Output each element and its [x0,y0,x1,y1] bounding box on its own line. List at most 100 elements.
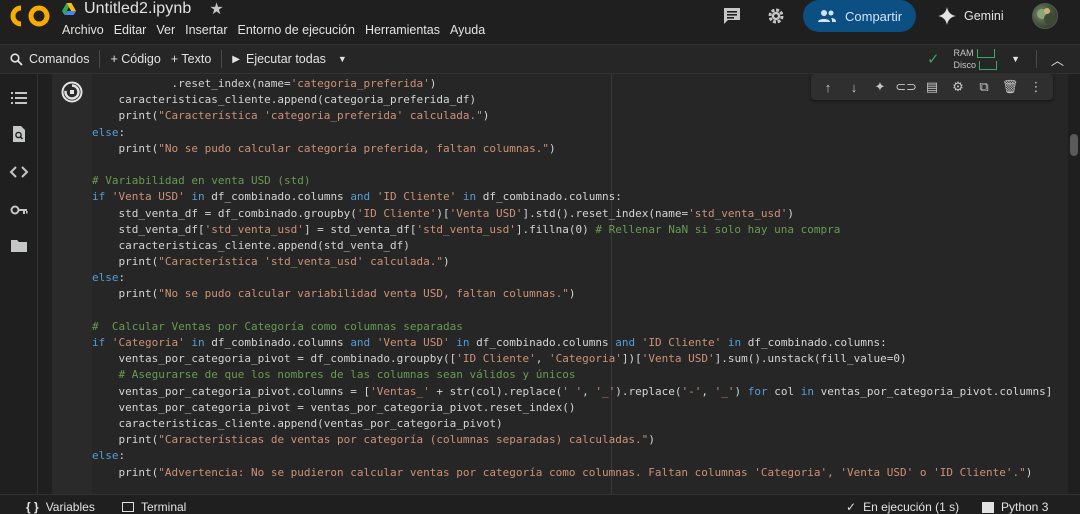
code-line[interactable]: ventas_por_categoria_pivot.columns = ['V… [92,384,1052,400]
disk-indicator: Disco [954,59,998,71]
code-line[interactable]: caracteristicas_cliente.append(std_venta… [92,238,1052,254]
code-token: "No se pudo calcular categoría preferida… [158,141,549,155]
code-line[interactable]: else: [92,125,1052,141]
files-folder-icon[interactable] [9,236,29,256]
scrollbar-thumb[interactable] [1070,134,1078,156]
find-replace-icon[interactable] [9,124,29,144]
code-token: '_' [714,384,735,398]
delete-icon[interactable]: 🗑 [1002,79,1019,95]
run-all-button[interactable]: ▶ Ejecutar todas ▼ [222,45,357,73]
code-line[interactable]: std_venta_df['std_venta_usd'] = std_vent… [92,222,1052,238]
resource-monitor[interactable]: RAM Disco [954,47,998,71]
status-bar: { } Variables Terminal ✓ En ejecución (1… [0,494,1080,514]
gemini-button[interactable]: Gemini [938,5,1004,27]
comment-icon[interactable]: ▤ [924,79,940,95]
chevron-down-icon[interactable]: ▼ [338,54,347,64]
code-token: "Advertencia: No se pudieron calcular ve… [158,465,1026,479]
table-of-contents-icon[interactable] [9,88,29,108]
code-line[interactable]: print("Características de ventas por cat… [92,432,1052,448]
settings-gear-icon[interactable]: ⚙ [950,79,966,95]
code-token: ) [482,109,490,123]
move-up-icon[interactable]: ↑ [820,79,836,95]
add-text-button[interactable]: + Texto [171,45,221,73]
code-token: else [92,449,119,463]
code-token: print( [92,433,159,447]
code-token: + str(col).replace( [429,384,563,398]
vertical-scrollbar[interactable] [1068,74,1080,494]
code-text[interactable]: .reset_index(name='categoria_preferida')… [92,76,1052,481]
code-line[interactable]: print("No se pudo calcular variabilidad … [92,286,1052,302]
avatar-image [1037,8,1056,25]
more-options-icon[interactable]: ⋮ [1028,79,1044,95]
code-token: caracteristicas_cliente.append(std_venta… [92,238,410,252]
code-token: ) [568,287,576,301]
code-token: df_combinado.columns [469,336,616,349]
run-cell-button[interactable] [60,80,84,104]
terminal-icon [122,502,134,512]
runtime-type[interactable]: Python 3 [982,500,1048,514]
move-down-icon[interactable]: ↓ [846,79,862,95]
code-token: if [92,190,106,204]
code-token: in [462,190,477,204]
menu-ayuda[interactable]: Ayuda [450,23,485,37]
code-token: col [767,384,801,398]
star-icon[interactable]: ★ [209,0,223,19]
share-button[interactable]: Compartir [803,0,916,32]
search-icon [10,52,23,66]
code-token: std_venta_df[ [92,222,205,236]
colab-logo[interactable] [10,3,50,29]
code-line[interactable] [92,157,1052,173]
runtime-status: ✓ RAM Disco ▼ ︿ [927,45,1080,73]
code-token: in [800,384,814,398]
code-line[interactable]: # Asegurarse de que los nombres de las c… [92,367,1052,383]
code-line[interactable]: if 'Venta USD' in df_combinado.columns a… [92,189,1052,205]
commands-label: Comandos [29,52,90,66]
code-token: else [92,125,119,139]
execution-status[interactable]: ✓ En ejecución (1 s) [846,500,959,514]
menu-archivo[interactable]: Archivo [62,23,104,37]
code-line[interactable]: print("Característica 'std_venta_usd' ca… [92,254,1052,270]
code-token: ventas_por_categoria_pivot.columns] [813,384,1053,398]
code-token: )[ [436,206,450,220]
menu-entorno-ejecucion[interactable]: Entorno de ejecución [238,23,355,37]
collapse-chevron-up-icon[interactable]: ︿ [1051,50,1064,69]
code-line[interactable] [92,303,1052,319]
menu-editar[interactable]: Editar [114,23,147,37]
code-line[interactable]: print("Advertencia: No se pudieron calcu… [92,465,1052,481]
runtime-menu-chevron-icon[interactable]: ▼ [1011,54,1020,64]
user-avatar[interactable] [1032,3,1058,29]
document-title[interactable]: Untitled2.ipynb [84,0,191,18]
mirror-cell-icon[interactable]: ⧉ [976,79,992,95]
code-snippets-icon[interactable] [9,162,29,182]
code-line[interactable]: # Calcular Ventas por Categoría como col… [92,319,1052,335]
menu-herramientas[interactable]: Herramientas [365,23,440,37]
menu-ver[interactable]: Ver [156,23,175,37]
code-line[interactable]: if 'Categoria' in df_combinado.columns a… [92,335,1052,351]
menu-insertar[interactable]: Insertar [185,23,227,37]
toolbar-divider [1035,50,1037,68]
code-line[interactable]: else: [92,270,1052,286]
drive-icon[interactable] [62,3,76,15]
secrets-key-icon[interactable] [9,200,29,220]
code-line[interactable]: print("No se pudo calcular categoría pre… [92,141,1052,157]
link-icon[interactable]: ⊂⊃ [895,79,917,95]
code-token: ] = std_venta_df[ [303,222,417,236]
code-line[interactable]: caracteristicas_cliente.append(ventas_po… [92,416,1052,432]
comment-icon[interactable] [722,7,742,25]
code-line[interactable]: ventas_por_categoria_pivot = ventas_por_… [92,400,1052,416]
code-line[interactable]: else: [92,448,1052,464]
code-line[interactable]: ventas_por_categoria_pivot = df_combinad… [92,351,1052,367]
code-line[interactable]: # Variabilidad en venta USD (std) [92,173,1052,189]
add-code-button[interactable]: + Código [100,45,170,73]
variables-button[interactable]: { } Variables [26,500,95,514]
commands-button[interactable]: Comandos [0,45,99,73]
gemini-sparkle-icon[interactable]: ✦ [872,79,888,95]
code-token: 'Categoria' [548,352,622,366]
terminal-button[interactable]: Terminal [122,500,186,514]
code-line[interactable]: print("Característica 'categoria_preferi… [92,108,1052,124]
code-line[interactable]: std_venta_df = df_combinado.groupby('ID … [92,206,1052,222]
settings-gear-icon[interactable] [766,7,786,25]
